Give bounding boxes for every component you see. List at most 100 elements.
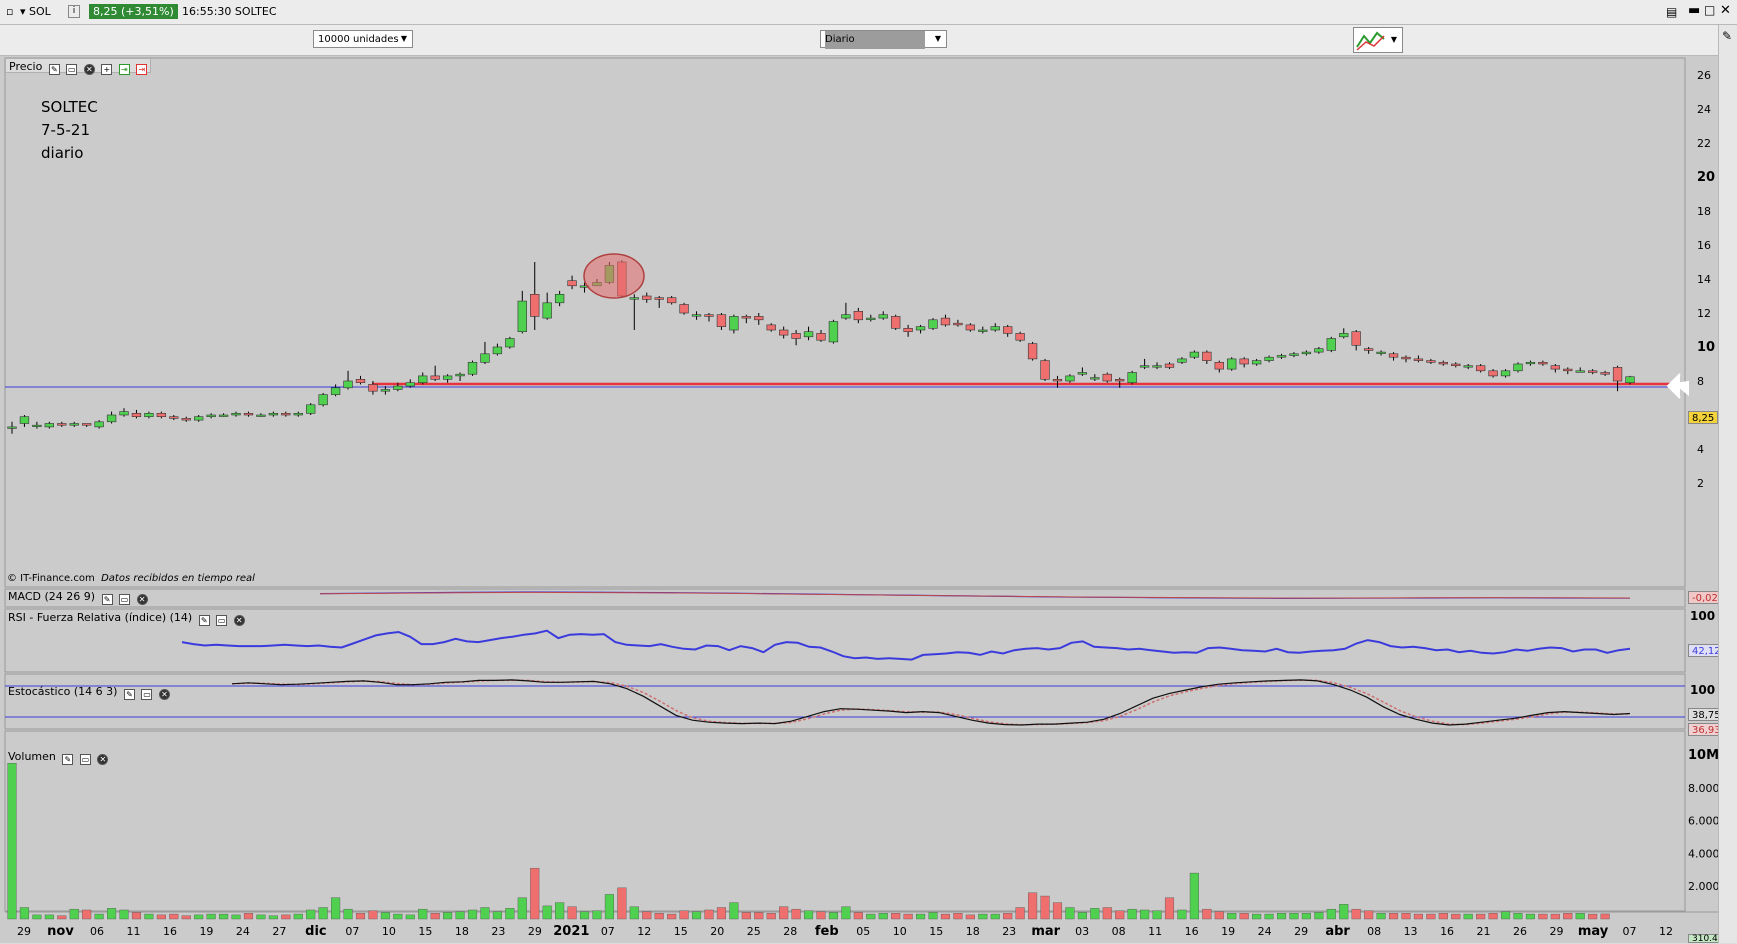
stoch-pane-title: Estocástico (14 6 3) bbox=[8, 685, 118, 698]
volume-bar bbox=[156, 914, 166, 920]
volume-bar bbox=[194, 914, 204, 920]
export-icon[interactable]: ⇥ bbox=[118, 64, 130, 75]
volume-pane-bg bbox=[4, 730, 1686, 912]
volume-bar bbox=[779, 906, 789, 920]
candle-body bbox=[1339, 333, 1349, 338]
minimize-icon[interactable]: ▬ bbox=[1688, 3, 1700, 18]
close-icon[interactable]: ✕ bbox=[136, 594, 148, 605]
volume-bar bbox=[903, 913, 913, 920]
period-select[interactable]: Diario ▼ bbox=[820, 30, 947, 49]
annotation-line: 7-5-21 bbox=[41, 121, 90, 139]
wrench-icon[interactable]: ✎ bbox=[198, 615, 210, 626]
candle-body bbox=[791, 333, 801, 339]
wrench-icon[interactable]: ✎ bbox=[101, 594, 113, 605]
right-scrollbar[interactable]: ✎ bbox=[1718, 25, 1737, 943]
candle-body bbox=[691, 314, 702, 317]
macd-pane-title: MACD (24 26 9) bbox=[8, 590, 96, 603]
candle-body bbox=[231, 412, 241, 416]
volume-bar bbox=[1413, 913, 1423, 920]
price-y-tick: 12 bbox=[1697, 307, 1711, 320]
candle-body bbox=[567, 280, 577, 287]
candle-body bbox=[281, 412, 291, 416]
volume-bar bbox=[816, 911, 826, 920]
volume-bar bbox=[841, 906, 851, 920]
window-icon[interactable]: ▭ bbox=[141, 689, 153, 700]
chart-type-button[interactable]: ▼ bbox=[1353, 27, 1403, 53]
candle-body bbox=[44, 423, 54, 428]
candle-body bbox=[754, 316, 764, 321]
candle-body bbox=[1451, 363, 1461, 367]
close-icon[interactable]: ✕ bbox=[158, 689, 170, 700]
volume-bar bbox=[144, 913, 154, 920]
units-select[interactable]: 10000 unidades ▼ bbox=[313, 30, 413, 48]
x-axis-label: 29 bbox=[1294, 925, 1308, 938]
candle-body bbox=[442, 375, 453, 380]
period-select-value: Diario bbox=[825, 31, 925, 49]
x-axis-label: 10 bbox=[893, 925, 907, 938]
volume-bar bbox=[1339, 904, 1349, 920]
candle-body bbox=[1351, 331, 1361, 346]
price-y-tick: 16 bbox=[1697, 239, 1711, 252]
rsi-pane-bg bbox=[4, 608, 1686, 673]
x-axis-label: 29 bbox=[17, 925, 31, 938]
close-icon[interactable]: ✕ bbox=[97, 754, 109, 765]
x-axis-label: 07 bbox=[601, 925, 615, 938]
candle-body bbox=[1500, 370, 1511, 377]
volume-bar bbox=[978, 913, 988, 920]
volume-bar bbox=[940, 913, 951, 920]
candle-body bbox=[853, 311, 863, 321]
close-icon[interactable]: ✕ bbox=[83, 64, 95, 75]
candle-body bbox=[1588, 370, 1598, 373]
close-icon[interactable]: ✕ bbox=[233, 615, 245, 626]
volume-bar bbox=[1488, 913, 1498, 920]
close-icon[interactable]: ✕ bbox=[1720, 3, 1731, 18]
candle-body bbox=[1227, 358, 1237, 370]
candle-body bbox=[915, 326, 926, 331]
volume-bar bbox=[306, 909, 316, 920]
x-axis-label: 25 bbox=[747, 925, 761, 938]
volume-bar bbox=[1152, 910, 1162, 920]
window-icon[interactable]: ▭ bbox=[119, 594, 131, 605]
volume-bar bbox=[1351, 908, 1361, 920]
volume-bar bbox=[231, 914, 241, 920]
candle-body bbox=[194, 416, 204, 421]
candle-body bbox=[355, 378, 366, 383]
exit-icon[interactable]: ⇥ bbox=[136, 64, 148, 75]
keyboard-icon[interactable]: ▤ bbox=[1666, 5, 1677, 19]
volume-bar bbox=[965, 914, 975, 920]
candle-body bbox=[1003, 326, 1013, 334]
candle-body bbox=[1152, 365, 1162, 368]
window-icon[interactable]: ▭ bbox=[79, 754, 91, 765]
volume-bar bbox=[331, 897, 341, 920]
volume-y-tick: 6.000k bbox=[1688, 815, 1719, 828]
maximize-icon[interactable]: □ bbox=[1704, 3, 1715, 17]
candle-body bbox=[1077, 372, 1088, 375]
volume-bar bbox=[953, 913, 963, 920]
candle-body bbox=[380, 389, 391, 392]
info-icon[interactable]: i bbox=[68, 5, 80, 18]
volume-bar bbox=[654, 913, 664, 920]
price-y-tick: 14 bbox=[1697, 273, 1711, 286]
plus-icon[interactable]: + bbox=[101, 64, 113, 75]
candle-body bbox=[218, 414, 229, 417]
window-icon[interactable]: ▭ bbox=[66, 64, 78, 75]
candle-body bbox=[704, 314, 714, 317]
price-y-tick: 4 bbox=[1697, 443, 1704, 456]
x-axis-label: feb bbox=[815, 924, 839, 939]
volume-bar bbox=[1065, 907, 1075, 920]
candle-body bbox=[181, 418, 191, 421]
volume-bar bbox=[1239, 913, 1249, 920]
wrench-icon[interactable]: ✎ bbox=[123, 689, 135, 700]
stoch-y-tick: 100 bbox=[1690, 683, 1716, 697]
volume-bar bbox=[1252, 913, 1262, 920]
price-pane-header: Precio ✎ ▭ ✕ + ⇥ ⇥ bbox=[5, 58, 152, 75]
symbol-dropdown[interactable]: ▾ SOL bbox=[20, 5, 51, 18]
wrench-icon[interactable]: ✎ bbox=[48, 64, 60, 75]
pin-icon[interactable]: ✎ bbox=[1722, 29, 1732, 43]
wrench-icon[interactable]: ✎ bbox=[62, 754, 74, 765]
realtime-note: Datos recibidos en tiempo real bbox=[101, 573, 255, 584]
candle-body bbox=[1239, 358, 1249, 365]
candle-body bbox=[94, 421, 104, 428]
window-icon[interactable]: ▭ bbox=[216, 615, 228, 626]
volume-bar bbox=[1538, 913, 1548, 920]
